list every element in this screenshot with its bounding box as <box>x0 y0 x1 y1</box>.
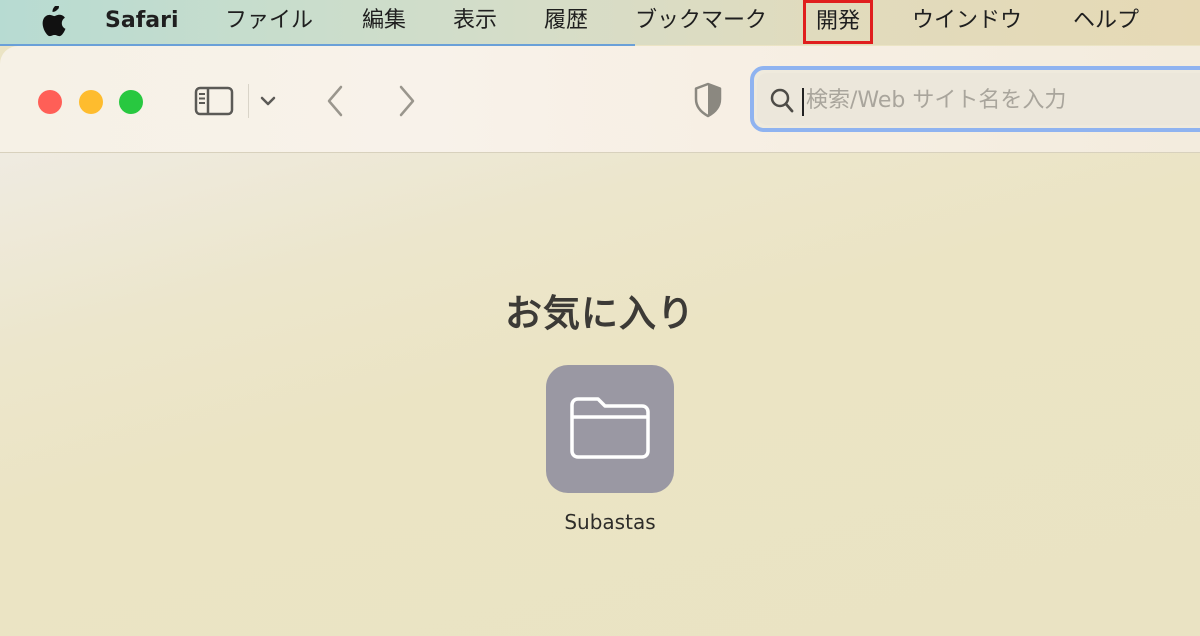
search-icon <box>770 88 794 113</box>
zoom-window-button[interactable] <box>119 90 143 114</box>
safari-window: お気に入り Subastas <box>0 46 1200 636</box>
menu-bookmarks[interactable]: ブックマーク <box>635 0 767 42</box>
menu-window[interactable]: ウインドウ <box>912 0 1022 42</box>
menu-view[interactable]: 表示 <box>453 0 497 42</box>
back-icon[interactable] <box>323 84 347 118</box>
chevron-down-icon[interactable] <box>259 94 277 108</box>
menu-help[interactable]: ヘルプ <box>1073 0 1139 42</box>
forward-icon[interactable] <box>395 84 419 118</box>
text-caret <box>802 88 804 116</box>
search-input[interactable] <box>806 83 1186 117</box>
favorites-heading: お気に入り <box>505 292 695 335</box>
close-window-button[interactable] <box>38 90 62 114</box>
menu-app-name[interactable]: Safari <box>105 0 179 42</box>
privacy-shield-icon[interactable] <box>692 82 724 118</box>
toolbar-separator <box>248 84 249 118</box>
favorite-folder-label[interactable]: Subastas <box>0 510 1200 534</box>
start-page: お気に入り Subastas <box>0 153 1200 636</box>
menu-bar: Safari ファイル 編集 表示 履歴 ブックマーク 開発 ウインドウ ヘルプ <box>0 0 1200 46</box>
menu-edit[interactable]: 編集 <box>362 0 406 42</box>
address-search-bar[interactable] <box>750 66 1200 132</box>
menu-history[interactable]: 履歴 <box>544 0 588 42</box>
favorite-folder-tile[interactable] <box>546 365 674 493</box>
folder-icon <box>570 397 650 459</box>
toolbar <box>0 46 1200 153</box>
apple-logo-icon[interactable] <box>37 6 67 38</box>
minimize-window-button[interactable] <box>79 90 103 114</box>
menu-develop[interactable]: 開発 <box>803 0 874 44</box>
menu-file[interactable]: ファイル <box>225 0 313 42</box>
sidebar-icon[interactable] <box>194 86 234 116</box>
